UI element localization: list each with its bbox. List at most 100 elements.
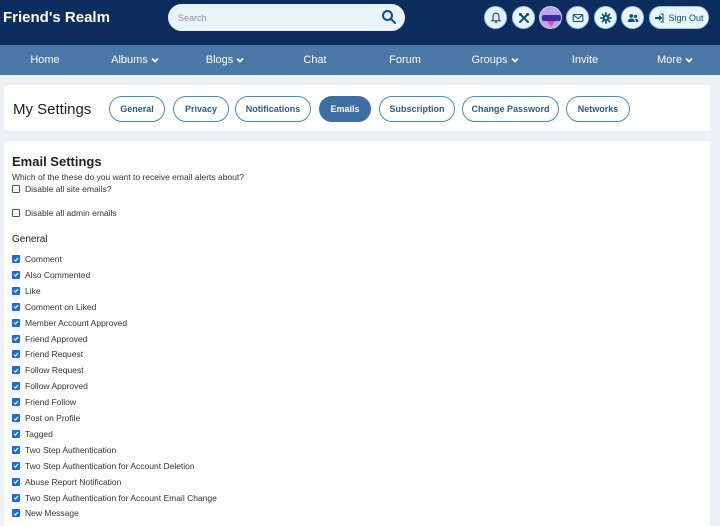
email-alert-label: Two Step Authentication for Account Emai… — [25, 492, 217, 503]
checkmark-icon — [13, 320, 19, 325]
email-alert-checkbox[interactable] — [12, 493, 20, 502]
email-alert-checkbox[interactable] — [12, 509, 20, 518]
avatar-pin — [547, 21, 555, 27]
email-alert-label: Like — [25, 285, 41, 296]
sign-out-button[interactable]: Sign Out — [649, 6, 709, 29]
email-alert-checkbox[interactable] — [12, 318, 20, 327]
disable-admin-emails-checkbox[interactable] — [12, 209, 20, 217]
email-alert-label: Follow Request — [25, 365, 84, 376]
site-brand[interactable]: Friend's Realm — [3, 9, 110, 26]
tab-notifications[interactable]: Notifications — [235, 96, 311, 122]
notifications-button[interactable] — [484, 6, 507, 29]
email-alert-label: Two Step Authentication — [25, 444, 117, 455]
email-alert-checkbox[interactable] — [12, 255, 20, 263]
tab-privacy[interactable]: Privacy — [173, 96, 229, 122]
tab-subscription[interactable]: Subscription — [379, 96, 455, 122]
tab-networks[interactable]: Networks — [566, 96, 630, 122]
email-settings-panel: Email Settings Which of the these do you… — [4, 141, 710, 526]
email-alert-option[interactable]: New Message — [12, 508, 79, 518]
email-alert-option[interactable]: Two Step Authentication — [12, 445, 116, 455]
email-alert-option[interactable]: Abuse Report Notification — [12, 477, 121, 487]
tab-change-password[interactable]: Change Password — [462, 96, 559, 122]
nav-item-chat[interactable]: Chat — [270, 45, 360, 75]
settings-button[interactable] — [594, 6, 617, 29]
nav-item-more[interactable]: More — [630, 45, 720, 75]
email-alert-label: Post on Profile — [25, 413, 81, 423]
nav-item-label: Blogs — [205, 54, 234, 66]
email-alert-option[interactable]: Also Commented — [12, 270, 90, 280]
email-alert-checkbox[interactable] — [12, 398, 20, 407]
nav-item-albums[interactable]: Albums — [90, 45, 180, 75]
checkmark-icon — [13, 304, 19, 310]
search-icon[interactable] — [381, 9, 397, 25]
checkmark-icon — [13, 479, 19, 484]
chevron-down-icon — [236, 57, 244, 63]
email-alert-option[interactable]: Post on Profile — [12, 413, 80, 423]
email-alert-label: Abuse Report Notification — [25, 476, 122, 487]
email-alert-checkbox[interactable] — [12, 477, 20, 486]
email-alert-checkbox[interactable] — [12, 461, 20, 470]
email-alert-label: New Message — [25, 508, 79, 519]
chevron-down-icon — [685, 57, 693, 63]
email-alert-checkbox[interactable] — [12, 414, 20, 422]
email-alert-checkbox[interactable] — [12, 286, 20, 295]
email-alert-checkbox[interactable] — [12, 334, 20, 343]
email-alert-option[interactable]: Comment on Liked — [12, 302, 96, 312]
email-alert-option[interactable]: Friend Follow — [12, 397, 76, 407]
email-alert-checkbox[interactable] — [12, 366, 20, 375]
disable-admin-emails-option[interactable]: Disable all admin emails — [12, 208, 117, 218]
email-alert-option[interactable]: Two Step Authentication for Account Dele… — [12, 461, 195, 471]
checkmark-icon — [13, 495, 19, 500]
page-title: My Settings — [13, 101, 92, 118]
checkmark-icon — [13, 273, 19, 278]
nav-item-groups[interactable]: Groups — [450, 45, 540, 75]
checkmark-icon — [13, 511, 19, 516]
messages-button[interactable] — [566, 6, 589, 29]
email-alert-checkbox[interactable] — [12, 302, 20, 311]
nav-item-invite[interactable]: Invite — [540, 45, 630, 75]
nav-item-label: Albums — [111, 54, 148, 66]
tab-general[interactable]: General — [109, 96, 165, 122]
search-box[interactable] — [168, 4, 405, 31]
checkmark-icon — [13, 432, 19, 437]
gear-icon — [599, 11, 612, 24]
email-alert-label: Comment — [25, 254, 62, 264]
email-alert-checkbox[interactable] — [12, 445, 20, 454]
nav-item-blogs[interactable]: Blogs — [180, 45, 270, 75]
checkmark-icon — [13, 352, 19, 357]
user-avatar[interactable] — [539, 6, 562, 29]
email-alert-checkbox[interactable] — [12, 270, 20, 279]
email-alert-checkbox[interactable] — [12, 350, 20, 359]
tools-button[interactable] — [512, 6, 535, 29]
email-alert-option[interactable]: Friend Request — [12, 349, 83, 359]
search-input[interactable] — [178, 9, 368, 26]
email-alert-option[interactable]: Two Step Authentication for Account Emai… — [12, 493, 217, 503]
sign-in-arrow-icon — [655, 12, 665, 23]
envelope-icon — [572, 13, 583, 22]
tab-emails[interactable]: Emails — [319, 96, 371, 122]
top-bar: Friend's Realm Search Sign Out — [0, 0, 720, 45]
email-alert-option[interactable]: Like — [12, 286, 41, 296]
checkmark-icon — [13, 336, 19, 341]
email-alert-option[interactable]: Follow Request — [12, 365, 84, 375]
disable-site-emails-checkbox[interactable] — [12, 185, 20, 193]
disable-site-emails-label: Disable all site emails? — [25, 184, 112, 194]
nav-item-label: Invite — [571, 54, 599, 66]
email-alert-label: Friend Request — [25, 349, 84, 360]
email-alert-checkbox[interactable] — [12, 382, 20, 391]
friends-button[interactable] — [621, 6, 644, 29]
nav-item-label: More — [656, 54, 683, 66]
email-alert-option[interactable]: Tagged — [12, 429, 53, 439]
nav-item-home[interactable]: Home — [0, 45, 90, 75]
disable-site-emails-option[interactable]: Disable all site emails? — [12, 184, 111, 194]
email-alert-option[interactable]: Friend Approved — [12, 334, 87, 344]
email-alert-checkbox[interactable] — [12, 429, 20, 438]
main-nav: Home Albums Blogs Chat Forum Groups Invite More — [0, 45, 720, 75]
checkmark-icon — [13, 416, 19, 421]
email-alert-label: Friend Follow — [25, 397, 77, 408]
users-icon — [627, 13, 638, 22]
email-alert-option[interactable]: Follow Approved — [12, 381, 88, 391]
nav-item-forum[interactable]: Forum — [360, 45, 450, 75]
email-alert-option[interactable]: Member Account Approved — [12, 318, 127, 328]
email-alert-option[interactable]: Comment — [12, 254, 62, 264]
